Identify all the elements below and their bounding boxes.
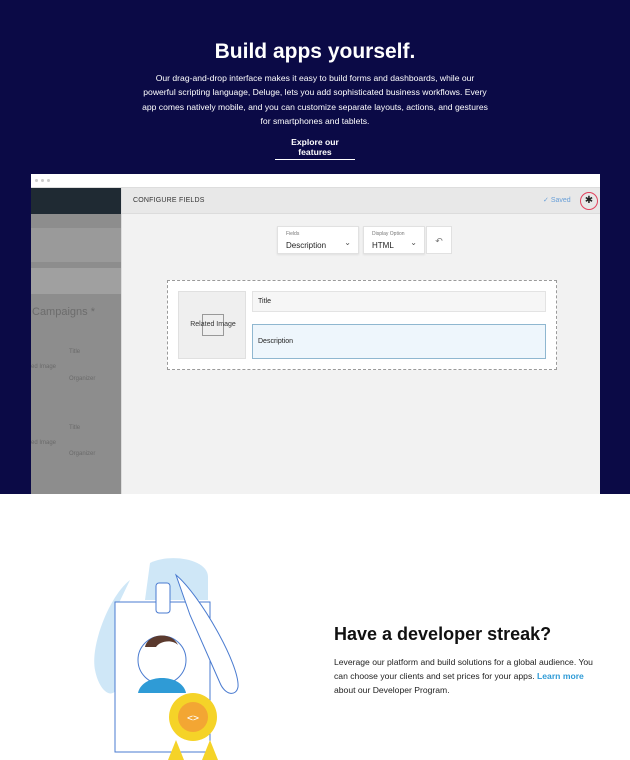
chevron-down-icon: ⌄ <box>410 238 417 247</box>
check-icon: ✓ <box>543 197 549 204</box>
related-image-field-label: Related Image <box>190 321 236 328</box>
fields-select-value: Description <box>286 241 327 250</box>
window-titlebar <box>31 174 600 188</box>
related-image-label: ed Image <box>31 440 57 446</box>
window-dot <box>47 179 50 182</box>
display-option-value: HTML <box>372 241 394 250</box>
panel-title: CONFIGURE FIELDS <box>133 197 205 204</box>
title-field-label: Title <box>258 298 271 305</box>
bug-icon[interactable]: ✱ <box>580 192 598 210</box>
description-field[interactable]: Description <box>252 324 546 359</box>
product-screenshot: Campaigns * ed Image Title Organizer ed … <box>31 174 600 494</box>
fields-select[interactable]: Fields Description ⌄ <box>277 226 359 254</box>
developer-badge-illustration: <> <box>94 558 239 760</box>
hero-description: Our drag-and-drop interface makes it eas… <box>142 73 488 126</box>
display-option-select[interactable]: Display Option HTML ⌄ <box>363 226 425 254</box>
background-blob <box>145 558 208 600</box>
related-image-field[interactable]: Related Image <box>178 291 246 359</box>
hero-title: Build apps yourself. <box>214 40 416 63</box>
background-panel: Campaigns * ed Image Title Organizer ed … <box>31 188 121 494</box>
title-label: Title <box>69 349 81 355</box>
developer-text-end: about our Developer Program. <box>334 685 450 695</box>
code-icon: <> <box>187 713 199 724</box>
background-row <box>31 228 121 262</box>
saved-status: ✓ Saved <box>543 196 571 204</box>
developer-description: Leverage our platform and build solution… <box>334 655 594 697</box>
explore-features-link[interactable]: Explore our features <box>275 137 355 160</box>
avatar-frame <box>137 635 187 685</box>
window-dot <box>35 179 38 182</box>
learn-more-link[interactable]: Learn more <box>537 671 584 681</box>
background-row <box>31 268 121 294</box>
title-field[interactable]: Title <box>252 291 546 312</box>
title-label: Title <box>69 425 81 431</box>
saved-label: Saved <box>550 197 571 204</box>
organizer-label: Organizer <box>69 376 96 382</box>
description-field-label: Description <box>258 338 294 345</box>
fields-select-label: Fields <box>286 231 300 237</box>
panel-header: CONFIGURE FIELDS ✓ Saved ✱ <box>122 188 600 214</box>
undo-icon[interactable]: ↶ <box>426 226 452 254</box>
card-clip <box>155 582 171 614</box>
hero-section: Build apps yourself. Our drag-and-drop i… <box>0 0 630 494</box>
window-dot <box>41 179 44 182</box>
chevron-down-icon: ⌄ <box>344 238 351 247</box>
display-option-label: Display Option <box>372 231 405 237</box>
background-header <box>31 188 121 214</box>
developer-title: Have a developer streak? <box>334 624 552 644</box>
layout-canvas[interactable]: Related Image Title Description <box>167 280 557 370</box>
configure-fields-panel: CONFIGURE FIELDS ✓ Saved ✱ Fields Descri… <box>121 188 600 494</box>
campaigns-heading: Campaigns * <box>32 306 95 318</box>
related-image-label: ed Image <box>31 364 57 370</box>
organizer-label: Organizer <box>69 451 96 457</box>
